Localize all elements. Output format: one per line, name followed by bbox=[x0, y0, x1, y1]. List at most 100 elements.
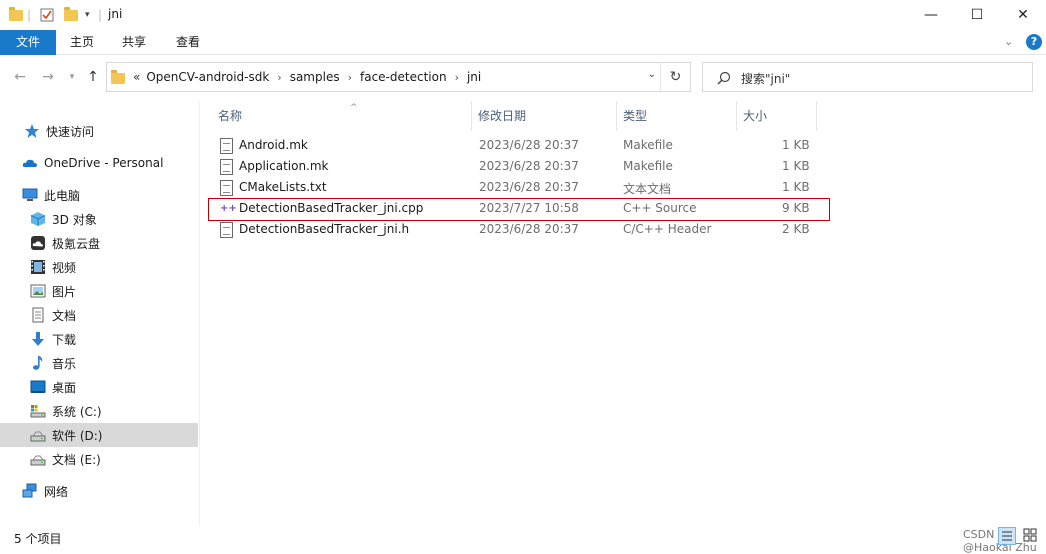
column-header-date[interactable]: 修改日期 bbox=[472, 101, 617, 131]
breadcrumb-face-detection[interactable]: face-detection bbox=[360, 70, 447, 84]
drive-icon bbox=[30, 405, 46, 418]
details-view-button[interactable] bbox=[998, 527, 1016, 545]
status-bar: 5 个项目 CSDN @Haokai Zhu bbox=[0, 525, 1046, 554]
search-icon bbox=[717, 71, 731, 85]
ribbon: 文件 主页 共享 查看 ⌄ ? bbox=[0, 30, 1046, 55]
chevron-right-icon[interactable]: › bbox=[455, 71, 459, 84]
table-row-highlighted[interactable]: ++ DetectionBasedTracker_jni.cpp 2023/7/… bbox=[208, 198, 830, 221]
file-date: 2023/6/28 20:37 bbox=[479, 180, 579, 194]
navigation-pane: 快速访问 OneDrive - Personal 此电脑 3D 对象 极氪云盘 … bbox=[0, 101, 198, 525]
file-type: C++ Source bbox=[623, 201, 697, 215]
cloud-drive-icon bbox=[31, 236, 45, 250]
sidebar-item-onedrive[interactable]: OneDrive - Personal bbox=[0, 151, 198, 175]
sidebar-item-this-pc[interactable]: 此电脑 bbox=[0, 183, 198, 207]
star-icon bbox=[25, 124, 39, 138]
sidebar-item-cloud-drive[interactable]: 极氪云盘 bbox=[0, 231, 198, 255]
file-name: Android.mk bbox=[239, 138, 308, 152]
tab-file[interactable]: 文件 bbox=[0, 30, 56, 55]
file-size: 1 KB bbox=[782, 180, 810, 194]
music-icon bbox=[33, 356, 43, 370]
file-name: DetectionBasedTracker_jni.cpp bbox=[239, 201, 424, 215]
file-date: 2023/6/28 20:37 bbox=[479, 159, 579, 173]
sidebar-item-videos[interactable]: 视频 bbox=[0, 255, 198, 279]
file-size: 9 KB bbox=[782, 201, 810, 215]
cpp-file-icon: ++ bbox=[220, 203, 237, 214]
file-list: ^ 名称 修改日期 类型 大小 Android.mk 2023/6/28 20:… bbox=[200, 101, 1046, 525]
tab-view[interactable]: 查看 bbox=[164, 30, 212, 55]
folder-icon bbox=[9, 6, 23, 24]
breadcrumb-opencv-android-sdk[interactable]: OpenCV-android-sdk bbox=[146, 70, 269, 84]
file-size: 2 KB bbox=[782, 222, 810, 236]
sidebar-item-documents[interactable]: 文档 bbox=[0, 303, 198, 327]
chevron-right-icon[interactable]: › bbox=[277, 71, 281, 84]
file-type: 文本文档 bbox=[623, 182, 672, 196]
tab-share[interactable]: 共享 bbox=[110, 30, 158, 55]
text-file-icon bbox=[220, 180, 233, 196]
makefile-icon bbox=[220, 138, 233, 154]
chevron-right-icon[interactable]: › bbox=[348, 71, 352, 84]
forward-button[interactable]: → bbox=[38, 67, 58, 87]
table-row[interactable]: Android.mk 2023/6/28 20:37 Makefile 1 KB bbox=[212, 136, 818, 157]
quick-access-dropdown-icon[interactable]: ▾ bbox=[85, 6, 90, 24]
file-date: 2023/6/28 20:37 bbox=[479, 138, 579, 152]
table-row[interactable]: Application.mk 2023/6/28 20:37 Makefile … bbox=[212, 157, 818, 178]
ribbon-expand-icon[interactable]: ⌄ bbox=[1004, 35, 1013, 48]
title-bar: | ▾ | jni — ☐ ✕ bbox=[0, 0, 1046, 30]
recent-locations-dropdown[interactable]: ▾ bbox=[62, 67, 82, 87]
sidebar-item-quick-access[interactable]: 快速访问 bbox=[0, 119, 198, 143]
drive-icon bbox=[30, 431, 46, 442]
file-date: 2023/6/28 20:37 bbox=[479, 222, 579, 236]
file-type: C/C++ Header bbox=[623, 222, 712, 236]
properties-icon[interactable] bbox=[40, 6, 54, 24]
drive-icon bbox=[30, 455, 46, 466]
window-title: jni bbox=[108, 7, 123, 21]
file-name: DetectionBasedTracker_jni.h bbox=[239, 222, 410, 236]
sidebar-item-network[interactable]: 网络 bbox=[0, 479, 198, 503]
navigation-bar: ← → ▾ ↑ « OpenCV-android-sdk › samples ›… bbox=[0, 55, 1046, 101]
sidebar-item-pictures[interactable]: 图片 bbox=[0, 279, 198, 303]
breadcrumb-overflow[interactable]: « bbox=[133, 70, 140, 84]
video-icon bbox=[31, 260, 45, 274]
file-name: CMakeLists.txt bbox=[239, 180, 327, 194]
large-icons-view-icon bbox=[1023, 528, 1037, 542]
help-button[interactable]: ? bbox=[1026, 34, 1042, 50]
new-folder-icon[interactable] bbox=[64, 6, 78, 24]
document-icon bbox=[32, 307, 44, 323]
sidebar-item-music[interactable]: 音乐 bbox=[0, 351, 198, 375]
toolbar-separator: | bbox=[27, 8, 32, 22]
breadcrumb-samples[interactable]: samples bbox=[290, 70, 340, 84]
search-box[interactable]: 搜索"jni" bbox=[702, 62, 1033, 92]
sidebar-item-drive-d[interactable]: 软件 (D:) bbox=[0, 423, 198, 447]
breadcrumb-jni[interactable]: jni bbox=[467, 70, 481, 84]
up-button[interactable]: ↑ bbox=[83, 67, 103, 87]
computer-icon bbox=[22, 188, 38, 201]
address-bar[interactable]: « OpenCV-android-sdk › samples › face-de… bbox=[106, 62, 691, 92]
file-date: 2023/7/27 10:58 bbox=[479, 201, 579, 215]
sidebar-item-desktop[interactable]: 桌面 bbox=[0, 375, 198, 399]
search-placeholder: 搜索"jni" bbox=[741, 72, 791, 86]
close-button[interactable]: ✕ bbox=[1000, 0, 1046, 30]
sidebar-item-downloads[interactable]: 下载 bbox=[0, 327, 198, 351]
sidebar-item-drive-e[interactable]: 文档 (E:) bbox=[0, 447, 198, 471]
maximize-button[interactable]: ☐ bbox=[954, 0, 1000, 30]
back-button[interactable]: ← bbox=[10, 67, 30, 87]
column-header-name[interactable]: ^ 名称 bbox=[212, 101, 472, 131]
column-header-type[interactable]: 类型 bbox=[617, 101, 737, 131]
file-type: Makefile bbox=[623, 138, 673, 152]
table-row[interactable]: CMakeLists.txt 2023/6/28 20:37 文本文档 1 KB bbox=[212, 178, 818, 199]
toolbar-separator: | bbox=[98, 8, 103, 22]
table-row[interactable]: DetectionBasedTracker_jni.h 2023/6/28 20… bbox=[212, 220, 818, 241]
file-name: Application.mk bbox=[239, 159, 329, 173]
folder-icon bbox=[111, 70, 125, 84]
refresh-button[interactable]: ↻ bbox=[660, 63, 690, 91]
cloud-icon bbox=[22, 159, 37, 167]
tab-home[interactable]: 主页 bbox=[58, 30, 106, 55]
details-view-icon bbox=[1002, 531, 1012, 541]
minimize-button[interactable]: — bbox=[908, 0, 954, 30]
sidebar-item-3d-objects[interactable]: 3D 对象 bbox=[0, 207, 198, 231]
column-header-size[interactable]: 大小 bbox=[737, 101, 817, 131]
address-dropdown-icon[interactable]: ⌄ bbox=[648, 69, 656, 80]
sidebar-item-drive-c[interactable]: 系统 (C:) bbox=[0, 399, 198, 423]
large-icons-view-button[interactable] bbox=[1022, 527, 1040, 545]
item-count: 5 个项目 bbox=[14, 532, 62, 546]
